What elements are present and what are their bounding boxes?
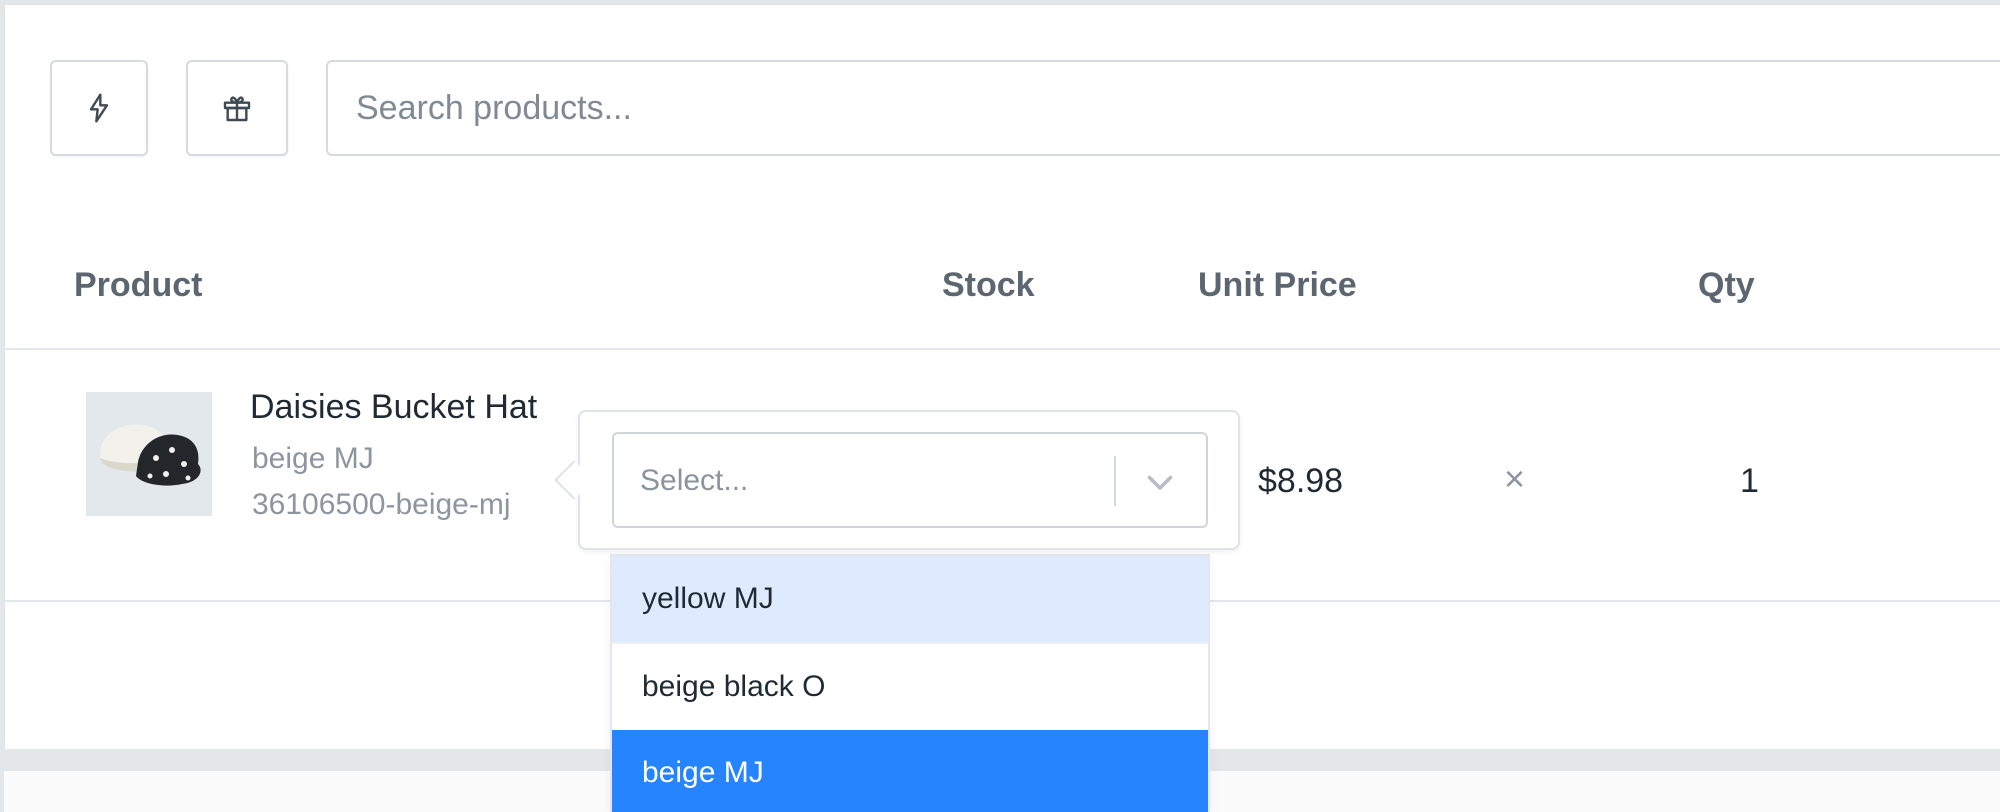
variant-menu: yellow MJ beige black O beige MJ [612,556,1208,812]
product-name: Daisies Bucket Hat [250,388,538,426]
lightning-icon [89,93,109,123]
quantity-value[interactable]: 1 [1740,462,1759,501]
select-placeholder: Select... [640,464,749,497]
variant-option-beige-black-o[interactable]: beige black O [612,644,1208,730]
multiply-icon: × [1504,458,1526,499]
search-input[interactable] [326,60,2000,156]
column-header-product: Product [74,266,203,304]
header-divider [4,348,2000,350]
chevron-down-icon[interactable] [1142,464,1178,500]
column-header-unit-price: Unit Price [1198,266,1357,304]
unit-price: $8.98 [1258,462,1344,500]
column-header-stock: Stock [942,266,1035,304]
gift-icon [223,96,251,122]
product-thumbnail [86,392,212,516]
variant-option-yellow-mj[interactable]: yellow MJ [612,556,1208,642]
select-separator [1114,456,1116,506]
variant-select[interactable]: Select... [612,432,1208,528]
variant-option-beige-mj[interactable]: beige MJ [612,730,1208,812]
quick-action-button[interactable] [50,60,148,156]
gift-button[interactable] [186,60,288,156]
product-variant: beige MJ [252,442,374,475]
product-sku: 36106500-beige-mj [252,488,511,521]
column-header-qty: Qty [1698,266,1755,304]
